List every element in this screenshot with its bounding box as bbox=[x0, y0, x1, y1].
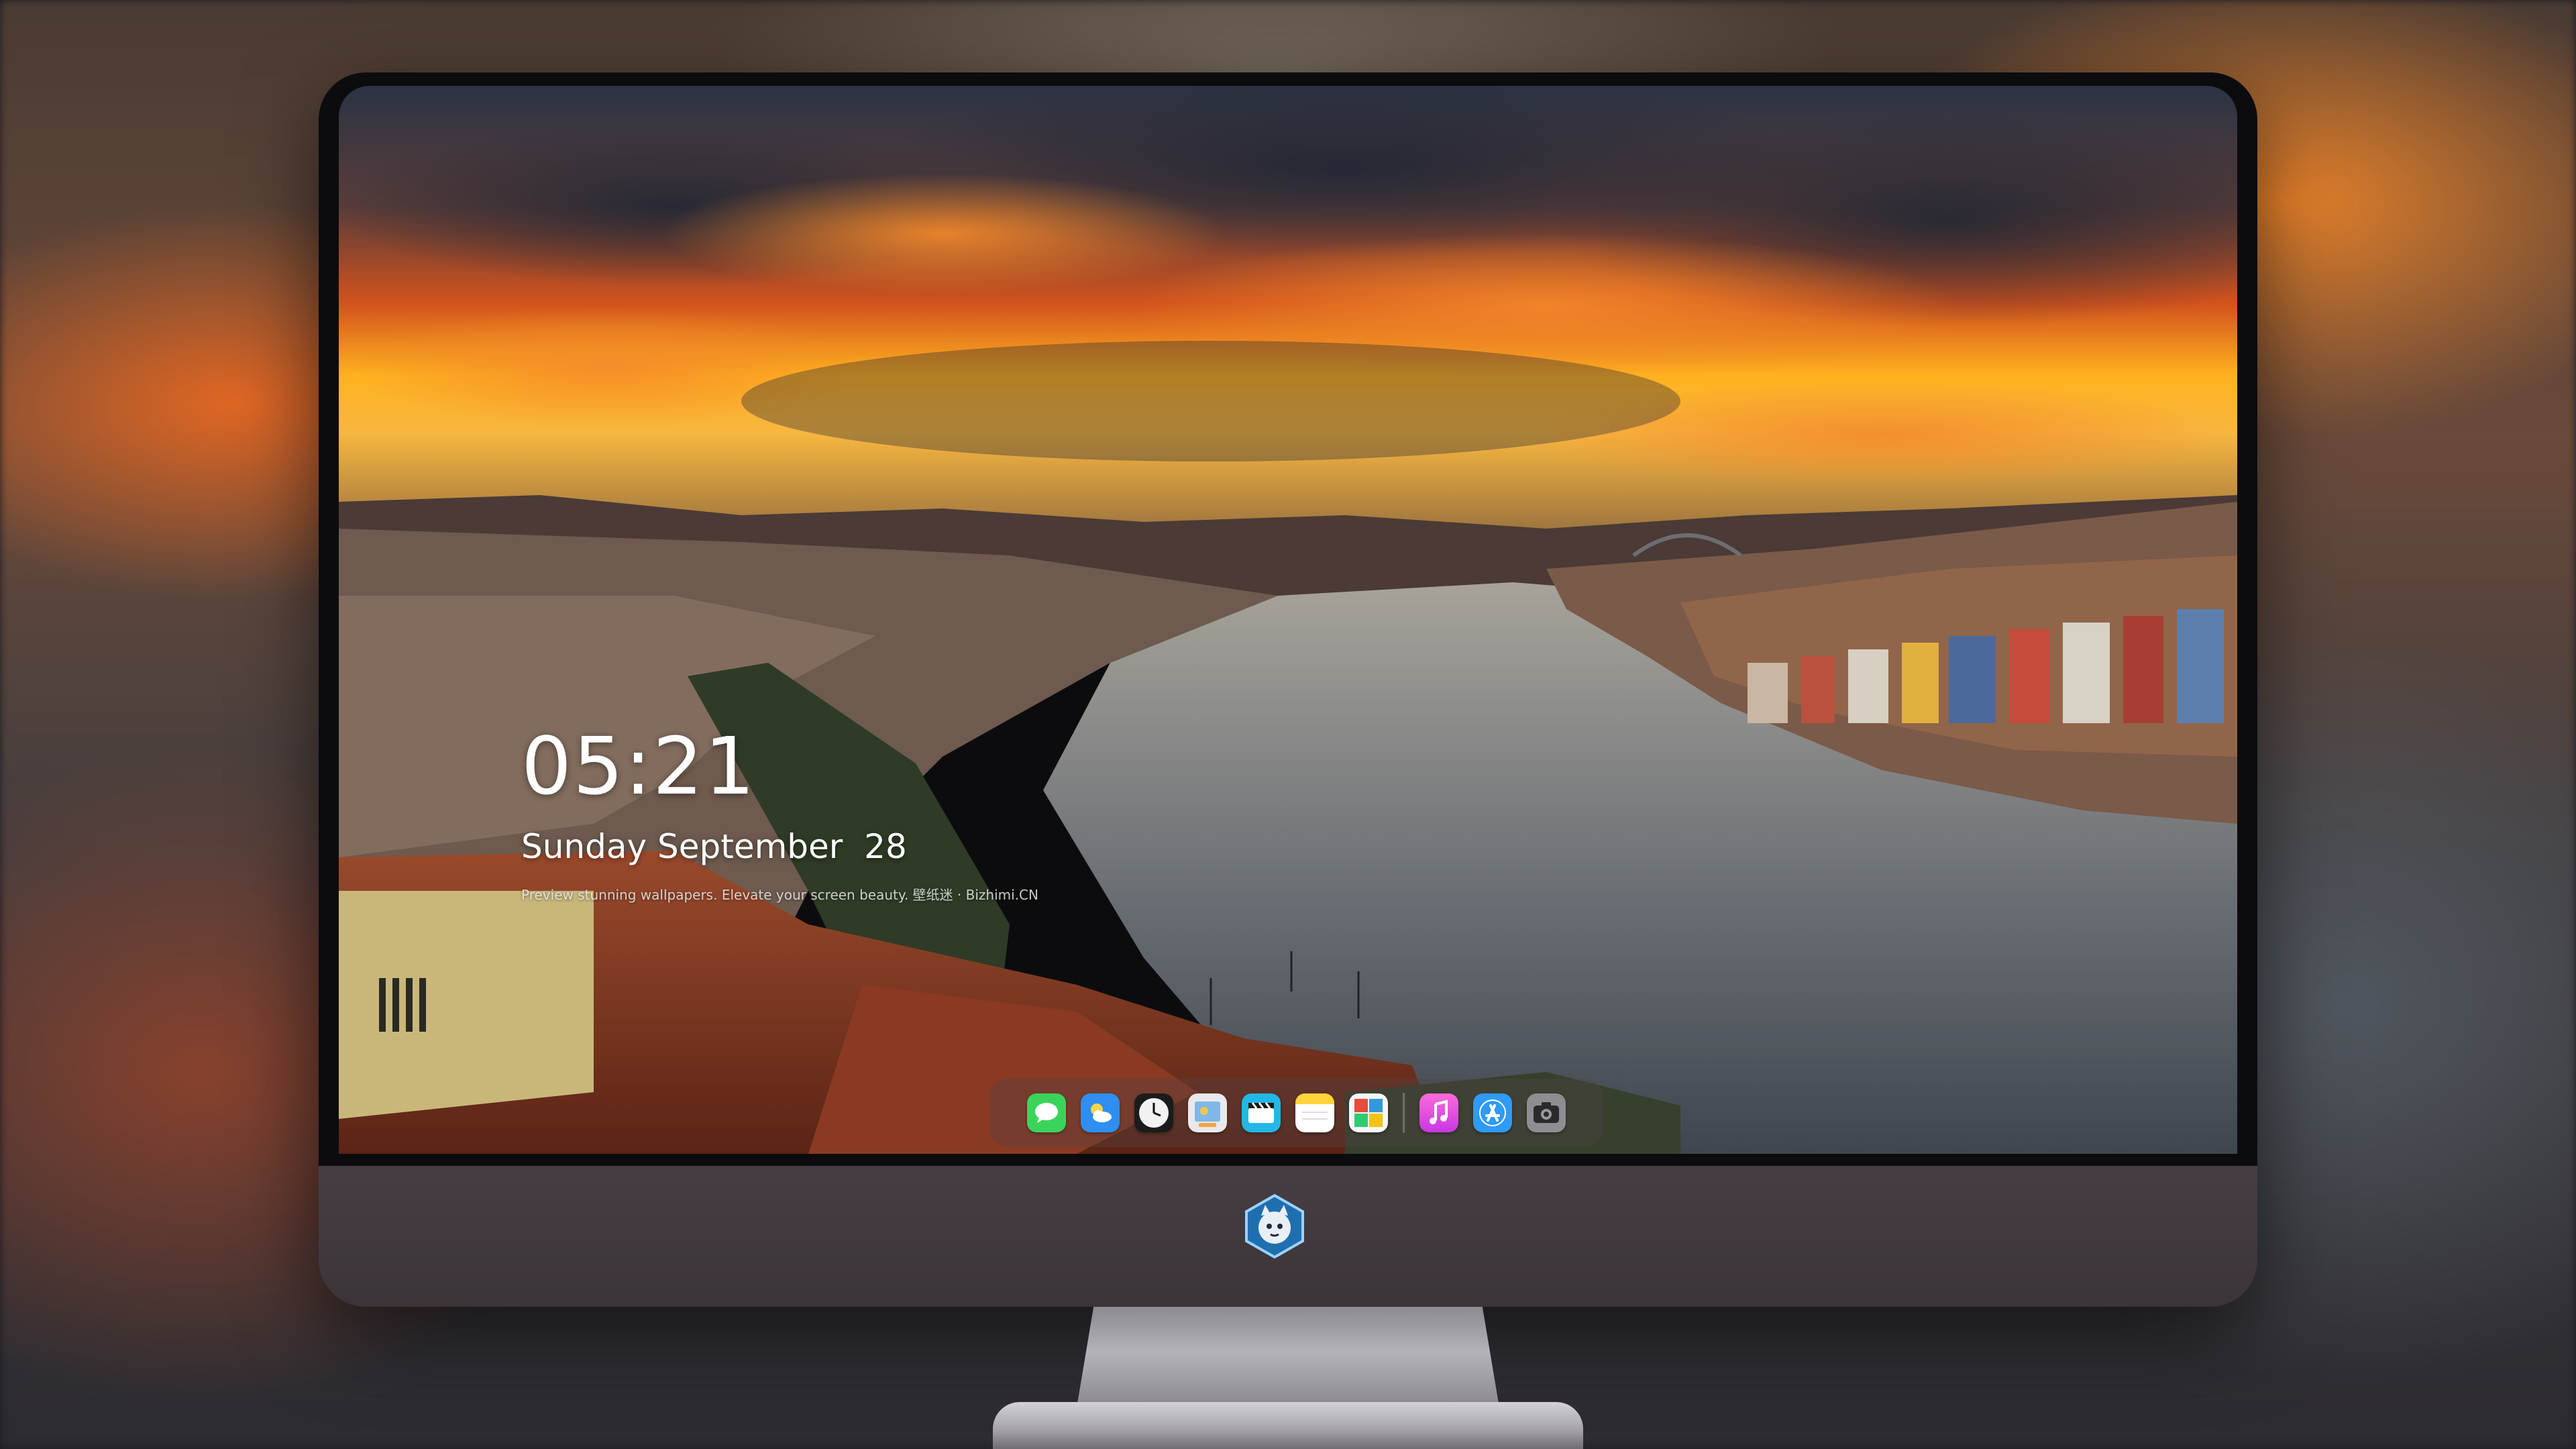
wallpaper-tagline: Preview stunning wallpapers. Elevate you… bbox=[521, 887, 1038, 903]
preview-icon[interactable] bbox=[1188, 1093, 1227, 1132]
monitor-stand bbox=[1077, 1307, 1499, 1407]
dock-separator bbox=[1403, 1093, 1405, 1133]
weather-icon[interactable] bbox=[1081, 1093, 1120, 1132]
photo-booth-icon[interactable] bbox=[1349, 1093, 1388, 1132]
screen: 05:21 Sunday September 28 Preview stunni… bbox=[339, 86, 2237, 1154]
lock-screen-date: Sunday September 28 bbox=[521, 827, 907, 866]
clock-icon[interactable] bbox=[1134, 1093, 1173, 1132]
messages-icon[interactable] bbox=[1027, 1093, 1066, 1132]
camera-icon[interactable] bbox=[1527, 1093, 1566, 1132]
dock bbox=[989, 1079, 1603, 1147]
notes-icon[interactable] bbox=[1295, 1093, 1334, 1132]
app-store-icon[interactable] bbox=[1473, 1093, 1512, 1132]
monitor-stand-base bbox=[993, 1402, 1583, 1449]
lock-screen-time: 05:21 bbox=[521, 720, 757, 812]
clips-icon[interactable] bbox=[1242, 1093, 1281, 1132]
brand-logo-icon bbox=[1245, 1193, 1304, 1259]
music-icon[interactable] bbox=[1419, 1093, 1458, 1132]
wallpaper bbox=[339, 86, 2237, 1154]
